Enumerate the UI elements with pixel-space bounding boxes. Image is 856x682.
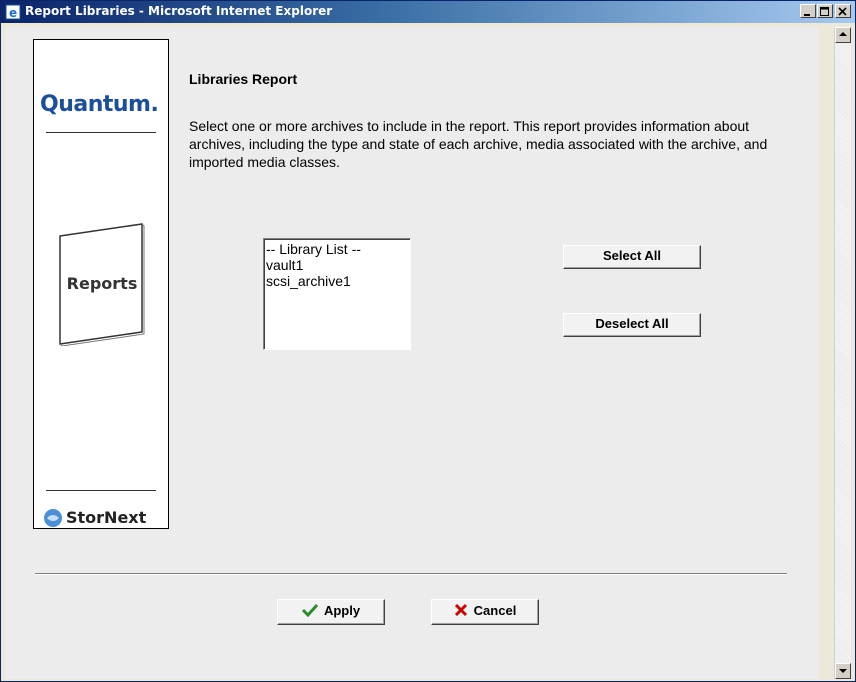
scroll-up-button[interactable] (835, 27, 851, 43)
svg-text:e: e (9, 6, 17, 20)
scroll-down-button[interactable] (835, 663, 851, 679)
internet-explorer-icon: e (5, 4, 21, 20)
page-title: Libraries Report (189, 71, 298, 87)
list-item[interactable]: vault1 (266, 257, 408, 273)
browser-window: e Report Libraries - Microsoft Internet … (0, 0, 856, 682)
title-bar[interactable]: e Report Libraries - Microsoft Internet … (1, 1, 855, 23)
footer-divider (35, 573, 787, 575)
stornext-logo: StorNext (44, 508, 146, 527)
deselect-all-button[interactable]: Deselect All (563, 313, 701, 337)
stornext-globe-icon (44, 508, 62, 527)
x-icon (454, 601, 468, 623)
window-title: Report Libraries - Microsoft Internet Ex… (25, 4, 333, 18)
reports-book-icon: Reports (58, 222, 146, 347)
apply-label: Apply (323, 603, 361, 618)
quantum-logo: Quantum. (40, 92, 159, 117)
logo-divider (46, 132, 156, 133)
cancel-label: Cancel (473, 603, 517, 618)
arrow-up-icon (839, 32, 847, 36)
sidebar-panel: Quantum. Reports StorNext (33, 39, 169, 529)
maximize-icon (820, 7, 829, 16)
apply-button[interactable]: Apply (277, 599, 385, 625)
select-all-button[interactable]: Select All (563, 245, 701, 269)
bottom-logo-divider (46, 490, 156, 491)
list-item[interactable]: -- Library List -- (266, 241, 408, 257)
minimize-icon (804, 14, 810, 16)
arrow-down-icon (839, 669, 847, 673)
list-item[interactable]: scsi_archive1 (266, 273, 408, 289)
reports-label: Reports (66, 274, 138, 293)
close-button[interactable] (835, 4, 851, 18)
report-description: Select one or more archives to include i… (189, 118, 768, 170)
vertical-scrollbar[interactable] (834, 27, 851, 679)
stornext-text: StorNext (66, 508, 147, 527)
library-list[interactable]: -- Library List -- vault1 scsi_archive1 (263, 238, 411, 350)
maximize-button[interactable] (817, 4, 833, 18)
minimize-button[interactable] (800, 4, 816, 18)
close-icon (838, 7, 847, 16)
cancel-button[interactable]: Cancel (431, 599, 539, 625)
checkmark-icon (301, 601, 319, 623)
